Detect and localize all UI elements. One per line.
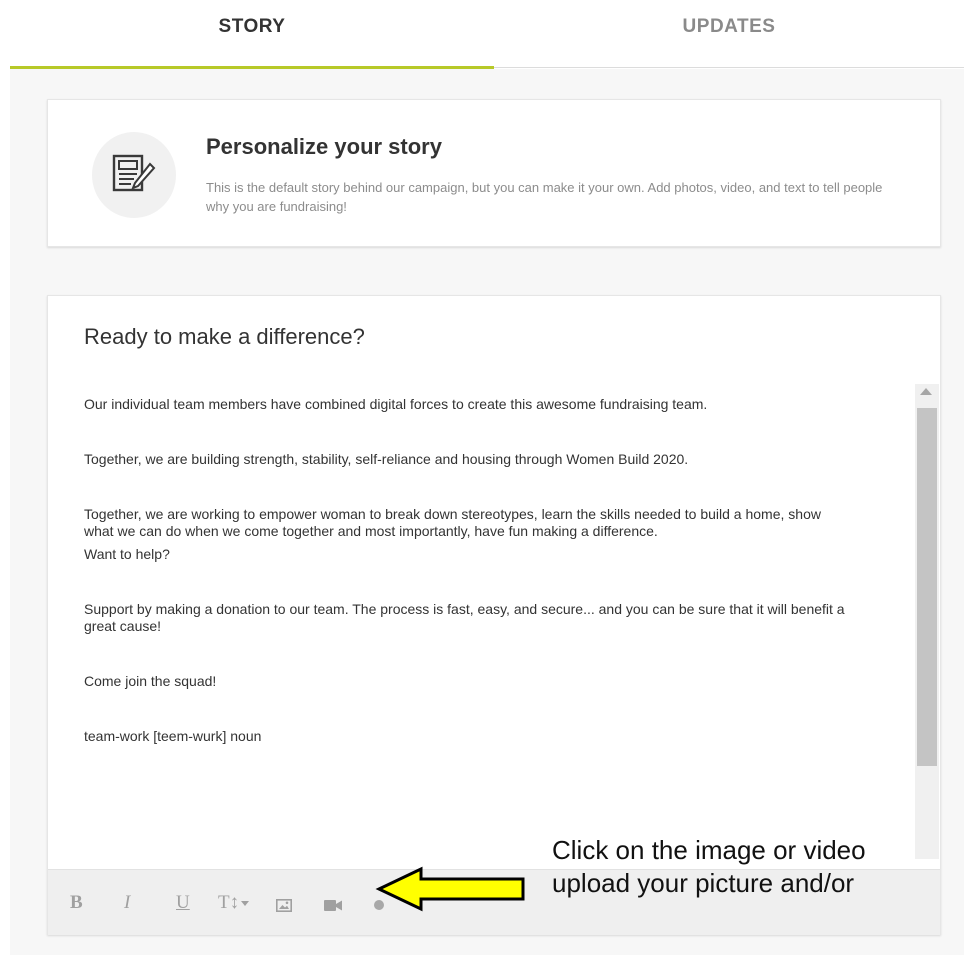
callout-line-2: upload your picture and/or bbox=[552, 868, 855, 898]
image-icon[interactable] bbox=[276, 896, 292, 918]
text-size-label: T↕ bbox=[218, 892, 240, 913]
tab-story[interactable]: STORY bbox=[10, 0, 494, 69]
instruction-callout: Click on the image or video upload your … bbox=[552, 834, 866, 900]
story-paragraph: Want to help? bbox=[84, 546, 170, 562]
story-paragraph: Together, we are working to empower woma… bbox=[84, 506, 821, 539]
tab-bar: STORY UPDATES bbox=[10, 0, 964, 69]
story-title[interactable]: Ready to make a difference? bbox=[84, 324, 365, 350]
video-camera-icon[interactable] bbox=[324, 896, 342, 918]
callout-line-1: Click on the image or video bbox=[552, 835, 866, 865]
bold-button[interactable]: B bbox=[70, 870, 83, 936]
document-edit-icon bbox=[92, 132, 176, 218]
tab-updates[interactable]: UPDATES bbox=[494, 0, 964, 68]
story-editor-body[interactable]: Our individual team members have combine… bbox=[84, 396, 854, 745]
left-arrow-icon bbox=[375, 866, 525, 912]
story-paragraph: Come join the squad! bbox=[84, 673, 217, 689]
editor-scrollbar[interactable] bbox=[915, 384, 939, 859]
underline-button[interactable]: U bbox=[176, 870, 190, 936]
scrollbar-thumb[interactable] bbox=[917, 408, 937, 766]
story-paragraph: Our individual team members have combine… bbox=[84, 396, 708, 412]
personalize-story-card: Personalize your story This is the defau… bbox=[47, 99, 941, 247]
story-paragraph: team-work [teem-wurk] noun bbox=[84, 728, 262, 744]
tab-story-label: STORY bbox=[218, 16, 286, 37]
text-size-button[interactable]: T↕ bbox=[218, 870, 250, 936]
personalize-description: This is the default story behind our cam… bbox=[206, 180, 883, 214]
scroll-up-arrow-icon[interactable] bbox=[920, 388, 932, 395]
story-paragraph: Together, we are building strength, stab… bbox=[84, 451, 689, 467]
italic-button[interactable]: I bbox=[124, 870, 130, 936]
story-paragraph: Support by making a donation to our team… bbox=[84, 601, 845, 634]
personalize-title: Personalize your story bbox=[206, 134, 442, 159]
tab-updates-label: UPDATES bbox=[682, 16, 776, 37]
chevron-down-icon bbox=[241, 901, 250, 907]
